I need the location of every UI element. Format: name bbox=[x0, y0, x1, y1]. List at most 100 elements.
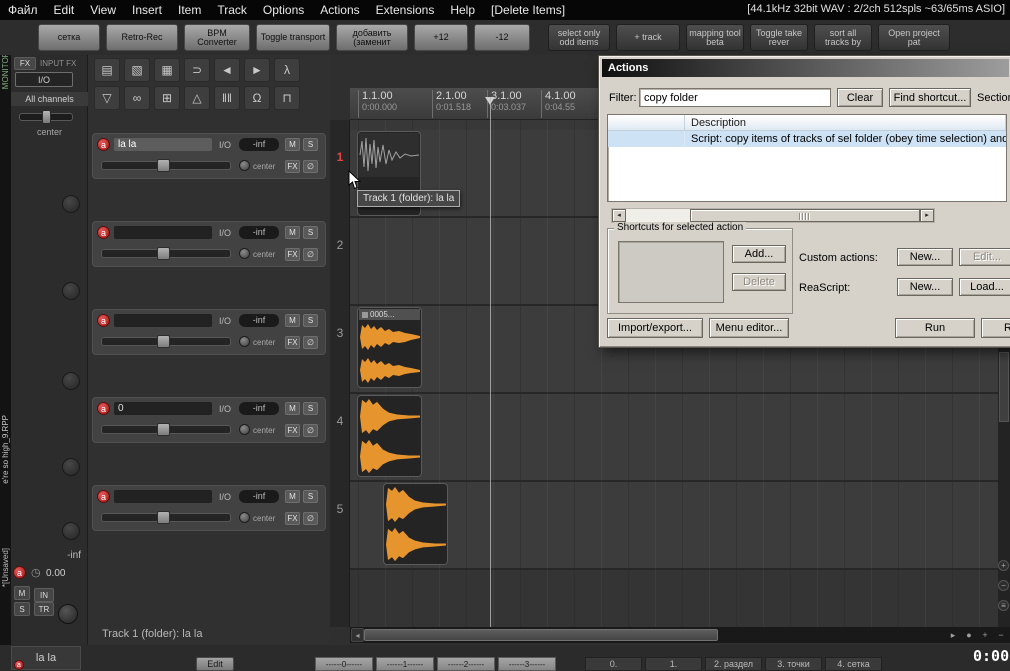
take-lane[interactable] bbox=[359, 354, 420, 387]
reascript-new-button[interactable]: New... bbox=[897, 278, 953, 296]
master-pan-slider[interactable] bbox=[19, 110, 73, 124]
track-name-field[interactable]: la la bbox=[114, 138, 212, 151]
measure-tab-2[interactable]: ------2------ bbox=[437, 657, 495, 671]
fader-thumb[interactable] bbox=[157, 511, 170, 524]
undo-icon[interactable]: ◄ bbox=[214, 58, 240, 82]
menu-extensions[interactable]: Extensions bbox=[368, 3, 443, 17]
custom-action-edit-button[interactable]: Edit... bbox=[959, 248, 1010, 266]
send-knob[interactable] bbox=[62, 372, 80, 390]
pan-knob[interactable] bbox=[239, 336, 250, 347]
record-arm-button[interactable]: a bbox=[97, 402, 110, 415]
edit-button[interactable]: Edit bbox=[196, 657, 234, 671]
track-strip-5[interactable]: a I/O -inf M S center FX ∅ bbox=[92, 485, 326, 531]
measure-tab-3[interactable]: ------3------ bbox=[498, 657, 556, 671]
volume-fader[interactable] bbox=[101, 247, 231, 260]
track-number[interactable]: 2 bbox=[330, 238, 350, 252]
zoom-out-icon[interactable]: − bbox=[998, 580, 1009, 591]
track-name-field[interactable]: 0 bbox=[114, 402, 212, 415]
toolbar-plus12-button[interactable]: +12 bbox=[414, 24, 468, 51]
input-monitor-button[interactable]: IN bbox=[34, 588, 54, 602]
link-icon[interactable]: ∞ bbox=[124, 86, 150, 110]
record-arm-button[interactable]: a bbox=[97, 226, 110, 239]
send-knob[interactable] bbox=[62, 282, 80, 300]
run-button[interactable]: Run bbox=[895, 318, 975, 338]
take-lane[interactable] bbox=[359, 437, 420, 476]
hscroll-thumb[interactable] bbox=[364, 629, 718, 641]
track-io-button[interactable]: I/O bbox=[219, 492, 231, 502]
all-channels-selector[interactable]: All channels bbox=[11, 92, 88, 106]
track-io-button[interactable]: I/O bbox=[219, 404, 231, 414]
toolbar-add-track-button[interactable]: + track bbox=[616, 24, 680, 51]
toolbar-add-replace-button[interactable]: добавить (заменит bbox=[336, 24, 408, 51]
menu-insert[interactable]: Insert bbox=[124, 3, 170, 17]
clear-button[interactable]: Clear bbox=[837, 88, 883, 107]
redo-icon[interactable]: ► bbox=[244, 58, 270, 82]
toolbar-open-project-path-button[interactable]: Open project pat bbox=[878, 24, 950, 51]
take-lane[interactable] bbox=[359, 133, 420, 177]
master-knob[interactable] bbox=[58, 604, 78, 624]
phase-button[interactable]: ∅ bbox=[303, 512, 318, 525]
pan-dot-icon[interactable]: ● bbox=[962, 628, 976, 642]
fx-button[interactable]: FX bbox=[285, 248, 300, 261]
toolbar-minus12-button[interactable]: -12 bbox=[474, 24, 530, 51]
fx-button[interactable]: FX bbox=[285, 160, 300, 173]
mode-tab-2[interactable]: 2. раздел bbox=[705, 657, 762, 671]
measure-tab-1[interactable]: ------1------ bbox=[376, 657, 434, 671]
master-fx-button[interactable]: FX bbox=[14, 57, 36, 70]
custom-action-new-button[interactable]: New... bbox=[897, 248, 953, 266]
track-strip-2[interactable]: a I/O -inf M S center FX ∅ bbox=[92, 221, 326, 267]
grid-icon[interactable]: ⊞ bbox=[154, 86, 180, 110]
fx-button[interactable]: FX bbox=[285, 336, 300, 349]
send-knob[interactable] bbox=[62, 195, 80, 213]
audio-item[interactable] bbox=[383, 483, 448, 565]
list-scroll-thumb[interactable] bbox=[690, 209, 920, 222]
toolbar-grid-button[interactable]: сетка bbox=[38, 24, 100, 51]
filter-icon[interactable]: ▽ bbox=[94, 86, 120, 110]
master-pan-thumb[interactable] bbox=[42, 110, 51, 124]
action-row-selected[interactable]: Script: copy items of tracks of sel fold… bbox=[608, 131, 1006, 147]
time-display[interactable]: 0:00 bbox=[973, 647, 1009, 665]
add-shortcut-button[interactable]: Add... bbox=[732, 245, 786, 263]
mute-button[interactable]: M bbox=[285, 402, 300, 415]
send-knob[interactable] bbox=[62, 458, 80, 476]
track-mode-button[interactable]: TR bbox=[34, 602, 54, 616]
pan-knob[interactable] bbox=[239, 248, 250, 259]
import-export-button[interactable]: Import/export... bbox=[607, 318, 703, 338]
fader-thumb[interactable] bbox=[157, 159, 170, 172]
record-arm-button[interactable]: a bbox=[97, 138, 110, 151]
mode-tab-3[interactable]: 3. точки bbox=[765, 657, 822, 671]
ripple-icon[interactable]: ‖‖ bbox=[214, 86, 240, 110]
phase-button[interactable]: ∅ bbox=[303, 424, 318, 437]
take-lane[interactable] bbox=[359, 321, 420, 353]
zoom-menu-icon[interactable]: ≡ bbox=[998, 600, 1009, 611]
menu-item[interactable]: Item bbox=[170, 3, 209, 17]
scroll-left-icon[interactable]: ◂ bbox=[612, 209, 626, 222]
shortcut-column-header[interactable] bbox=[608, 115, 685, 130]
toolbar-toggle-take-reverse-button[interactable]: Toggle take rever bbox=[750, 24, 808, 51]
mute-button[interactable]: M bbox=[285, 138, 300, 151]
mute-button[interactable]: M bbox=[285, 226, 300, 239]
mode-tab-1[interactable]: 1. bbox=[645, 657, 702, 671]
action-list[interactable]: Description Script: copy items of tracks… bbox=[607, 114, 1007, 202]
toolbar-retro-rec-button[interactable]: Retro-Rec bbox=[106, 24, 178, 51]
track-name-field[interactable] bbox=[114, 226, 212, 239]
zoom-in-icon[interactable]: + bbox=[998, 560, 1009, 571]
toolbar-select-odd-items-button[interactable]: select only odd items bbox=[548, 24, 610, 51]
master-io-button[interactable]: I/O bbox=[15, 72, 73, 87]
metronome-icon[interactable]: △ bbox=[184, 86, 210, 110]
delete-shortcut-button[interactable]: Delete bbox=[732, 273, 786, 291]
list-horizontal-scrollbar[interactable]: ◂ ▸ bbox=[611, 208, 935, 223]
find-shortcut-button[interactable]: Find shortcut... bbox=[889, 88, 971, 107]
fx-button[interactable]: FX bbox=[285, 512, 300, 525]
pan-knob[interactable] bbox=[239, 160, 250, 171]
track-number[interactable]: 4 bbox=[330, 414, 350, 428]
menu-view[interactable]: View bbox=[82, 3, 124, 17]
menu-track[interactable]: Track bbox=[209, 3, 255, 17]
toolbar-toggle-transport-button[interactable]: Toggle transport bbox=[256, 24, 330, 51]
track-number[interactable]: 1 bbox=[330, 150, 350, 164]
mute-button[interactable]: M bbox=[285, 490, 300, 503]
track-strip-4[interactable]: a 0 I/O -inf M S center FX ∅ bbox=[92, 397, 326, 443]
solo-button[interactable]: S bbox=[303, 490, 318, 503]
track-name-field[interactable] bbox=[114, 314, 212, 327]
save-icon[interactable]: ▦ bbox=[154, 58, 180, 82]
